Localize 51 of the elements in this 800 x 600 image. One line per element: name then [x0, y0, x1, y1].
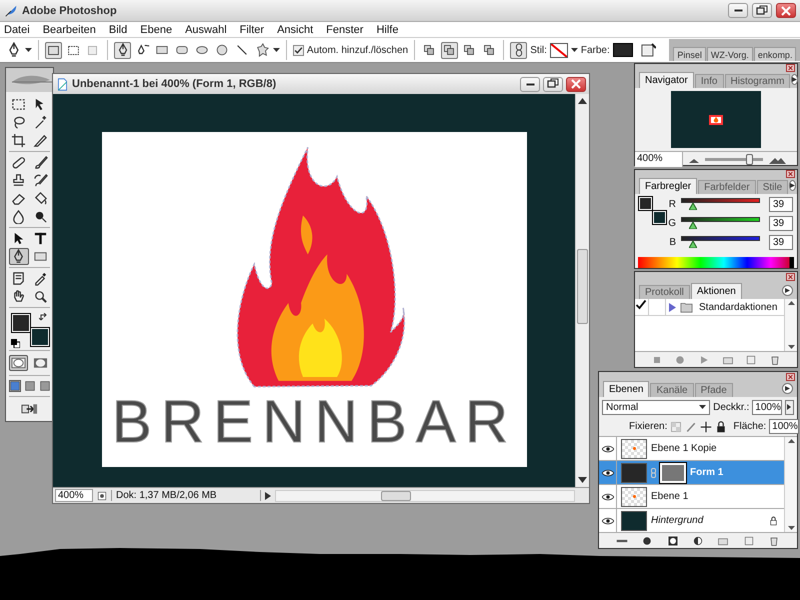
layer-name: Hintergrund	[651, 515, 704, 526]
color-label: Farbe:	[580, 44, 610, 56]
layer-row[interactable]: Hintergrund	[599, 509, 784, 532]
menu-item[interactable]: Ebene	[139, 24, 174, 36]
palette-tab[interactable]: Ebenen	[603, 381, 650, 397]
palette-tab[interactable]: Aktionen	[690, 283, 742, 299]
palette-tab[interactable]: enkomp.	[754, 47, 796, 61]
menu-item[interactable]: Filter	[238, 24, 266, 36]
layer-name: Form 1	[690, 467, 724, 478]
layer-name: Ebene 1	[651, 491, 690, 502]
palette-tab[interactable]: Kanäle	[650, 383, 694, 397]
channel-value-field[interactable]: 39	[769, 216, 793, 231]
opacity-field[interactable]: 100%	[752, 400, 782, 414]
menu-item[interactable]: Hilfe	[375, 24, 400, 36]
channel-value-field[interactable]: 39	[769, 197, 793, 212]
menu-item[interactable]: Bearbeiten	[42, 24, 97, 36]
menu-item[interactable]: Datei	[3, 24, 31, 36]
fill-label: Fläche:	[733, 421, 766, 432]
document-info: Dok: 1,37 MB/2,06 MB	[111, 490, 261, 501]
menu-item[interactable]: Ansicht	[276, 24, 314, 36]
style-label: Stil:	[530, 44, 547, 56]
window-title: Adobe Photoshop	[22, 4, 117, 16]
fill-field[interactable]: 100%	[769, 419, 799, 434]
logo-text: BRENNBAR	[112, 394, 518, 450]
layer-name: Ebene 1 Kopie	[651, 443, 718, 454]
palette-tab[interactable]: Histogramm	[724, 74, 790, 88]
palette-tab[interactable]: Protokoll	[639, 285, 690, 299]
checkbox-label: Autom. hinzuf./löschen	[306, 44, 408, 56]
zoom-field[interactable]: 400%	[635, 152, 683, 167]
menu-item[interactable]: Auswahl	[184, 24, 228, 36]
channel-label: R	[668, 199, 676, 210]
lock-label: Fixieren:	[629, 421, 668, 432]
document-title: Unbenannt-1 bei 400% (Form 1, RGB/8)	[72, 78, 276, 90]
palette-tab[interactable]: Info	[694, 74, 724, 88]
blend-mode-dropdown[interactable]: Normal	[602, 400, 710, 414]
menu-item[interactable]: Fenster	[325, 24, 364, 36]
menu-item[interactable]: Bild	[108, 24, 128, 36]
palette-tab[interactable]: Stile	[756, 180, 788, 194]
palette-tab[interactable]: Farbfelder	[698, 180, 756, 194]
layer-row[interactable]: Ebene 1	[599, 485, 784, 509]
channel-value-field[interactable]: 39	[769, 235, 793, 250]
palette-tab[interactable]: Navigator	[639, 72, 694, 88]
action-set-label: Standardaktionen	[699, 302, 778, 312]
palette-tab[interactable]: WZ-Vorg.	[706, 47, 753, 61]
opacity-label: Deckkr.:	[713, 402, 750, 412]
zoom-field[interactable]: 400%	[55, 489, 93, 502]
palette-tab[interactable]: Farbregler	[639, 178, 698, 194]
palette-tab[interactable]: Pfade	[694, 383, 733, 397]
channel-label: G	[667, 218, 676, 229]
channel-label: B	[668, 237, 676, 248]
palette-tab[interactable]: Pinsel	[673, 47, 706, 61]
